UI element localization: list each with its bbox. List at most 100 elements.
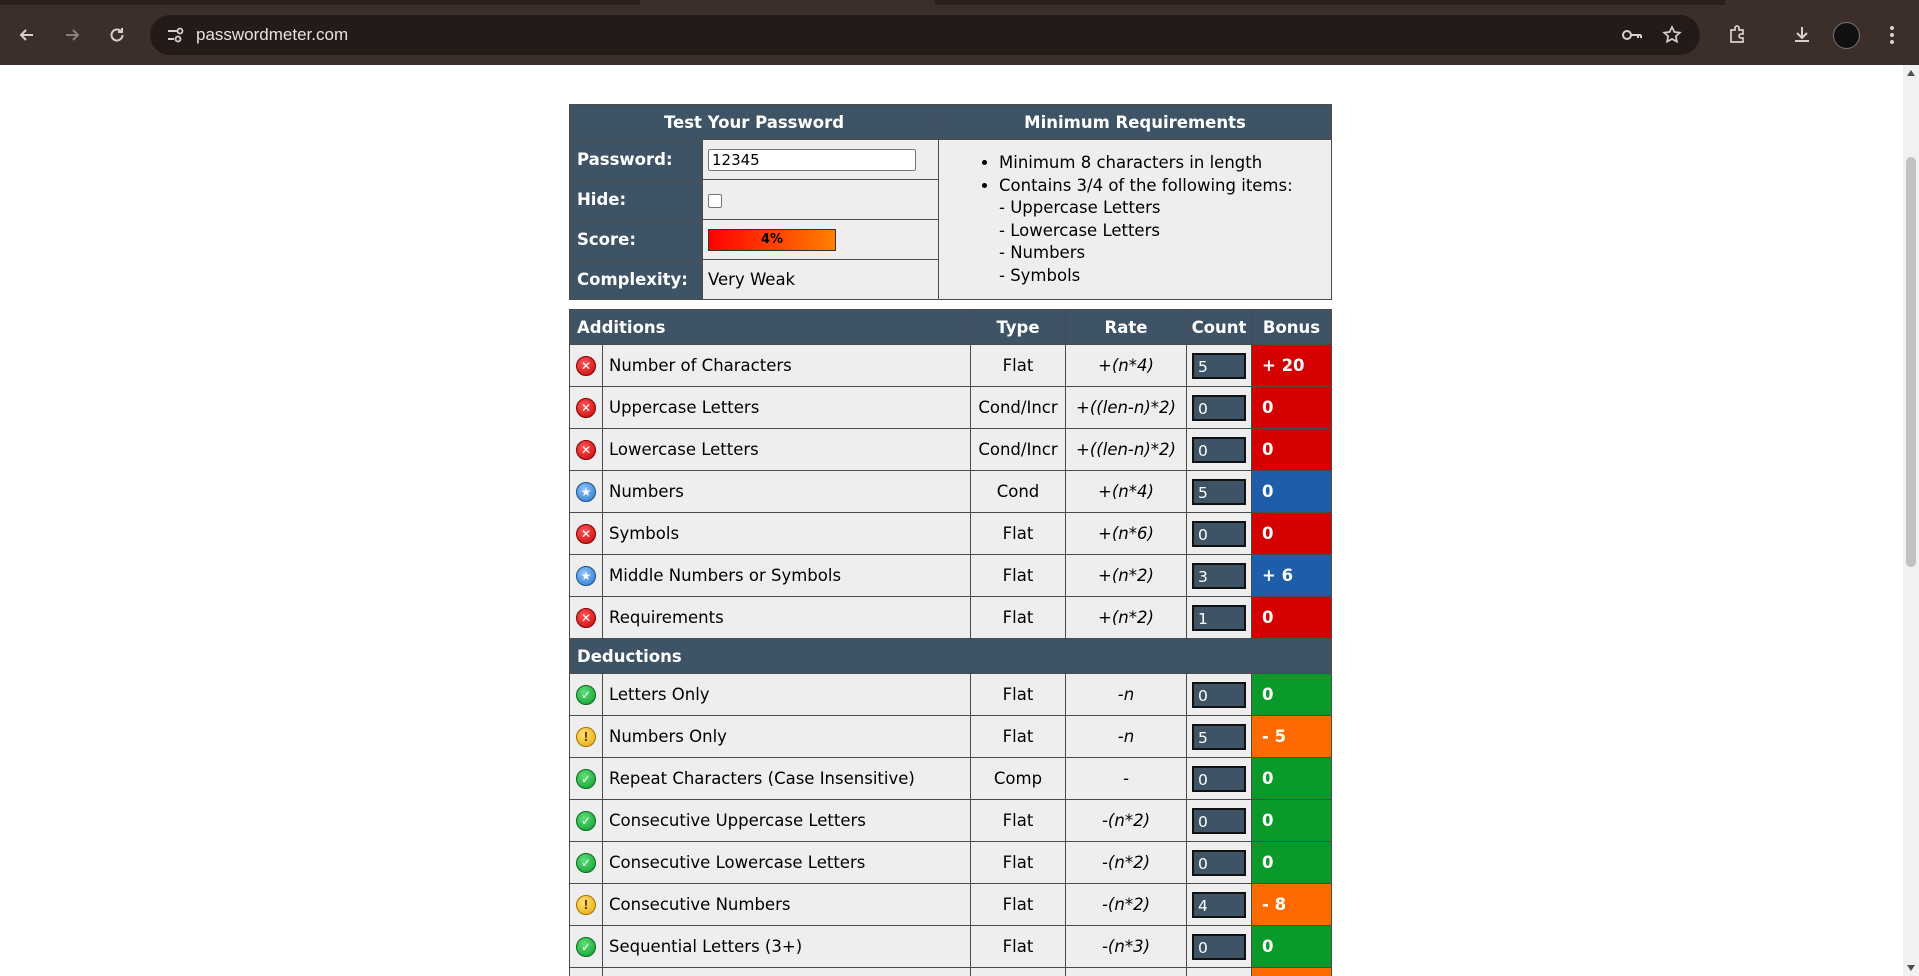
criterion-type: Cond/Incr [970,428,1066,471]
criterion-name: Consecutive Uppercase Letters [602,799,971,842]
fail-status-icon: ✕ [576,523,596,544]
reload-button[interactable] [102,20,132,50]
fail-status-icon: ✕ [576,397,596,418]
warn-status-icon: ! [576,726,596,747]
pass-status-icon: ✓ [576,684,596,705]
criterion-type: Cond [970,470,1066,513]
criterion-type: Flat [970,554,1066,597]
tab-strip-edge [935,0,1725,5]
score-label: Score: [569,219,703,260]
count-field: 0 [1192,436,1246,463]
status-cell: ✓ [569,673,603,716]
count-field: 4 [1192,891,1246,918]
criterion-rate: +(n*4) [1065,344,1187,387]
count-field: 5 [1192,478,1246,505]
criterion-type: Flat [970,673,1066,716]
bonus-value: 0 [1251,673,1332,716]
criterion-type: Flat [970,715,1066,758]
count-field: 0 [1192,807,1246,834]
back-button[interactable] [12,20,42,50]
count-field: 1 [1192,604,1246,631]
dot-icon [1890,33,1894,37]
criterion-rate: -n [1065,715,1187,758]
score-breakdown-table: Additions Type Rate Count Bonus ✕ Number … [569,309,1332,976]
site-info-icon[interactable] [164,25,186,45]
fail-status-icon: ✕ [576,355,596,376]
count-cell: 1 [1186,596,1252,639]
pass-status-icon: ✓ [576,810,596,831]
criterion-name: Consecutive Lowercase Letters [602,841,971,884]
count-cell: 0 [1186,386,1252,429]
forward-button[interactable] [57,20,87,50]
hide-checkbox[interactable] [708,193,722,208]
pass-status-icon: ✓ [576,852,596,873]
pass-status-icon: ✓ [576,768,596,789]
fail-status-icon: ✕ [576,607,596,628]
rate-header: Rate [1065,309,1187,345]
count-cell: 3 [1186,554,1252,597]
criterion-name: Repeat Characters (Case Insensitive) [602,757,971,800]
scroll-thumb[interactable] [1906,157,1916,567]
criterion-type: Flat [970,344,1066,387]
criterion-name: Numbers Only [602,715,971,758]
bonus-value: - 9 [1251,967,1332,976]
profile-avatar[interactable] [1833,22,1860,49]
bonus-value: 0 [1251,799,1332,842]
dot-icon [1890,26,1894,30]
bonus-value: 0 [1251,512,1332,555]
table-row: ✓ Sequential Letters (3+) Flat -(n*3) 0 0 [569,925,1332,968]
table-row: ✓ Consecutive Lowercase Letters Flat -(n*2)… [569,841,1332,884]
count-field: 3 [1192,562,1246,589]
requirement-subitem: - Lowercase Letters [999,220,1160,240]
criterion-rate: -(n*2) [1065,799,1187,842]
puzzle-icon [1730,25,1744,43]
criterion-rate: +(n*6) [1065,512,1187,555]
status-cell: ★ [569,554,603,597]
bonus-value: 0 [1251,925,1332,968]
criterion-rate: -n [1065,673,1187,716]
exceed-status-icon: ★ [576,481,596,502]
password-label: Password: [569,139,703,180]
minimum-requirements-header: Minimum Requirements [938,104,1332,140]
criterion-type: Flat [970,596,1066,639]
downloads-button[interactable] [1787,19,1817,49]
extensions-button[interactable] [1722,19,1752,49]
score-bar: 4% [708,228,836,251]
count-cell: 5 [1186,344,1252,387]
count-cell: 0 [1186,757,1252,800]
status-cell: ✓ [569,925,603,968]
count-cell: 3 [1186,967,1252,976]
criterion-name: Number of Characters [602,344,971,387]
password-input[interactable] [708,148,916,171]
address-bar[interactable]: passwordmeter.com [150,15,1700,55]
exceed-status-icon: ★ [576,565,596,586]
bonus-value: 0 [1251,841,1332,884]
criterion-rate: +(n*2) [1065,596,1187,639]
password-key-icon[interactable] [1620,25,1644,45]
criterion-name: Middle Numbers or Symbols [602,554,971,597]
page-scrollbar[interactable] [1903,65,1919,976]
requirement-item: Minimum 8 characters in length [999,152,1321,175]
status-cell: ! [569,715,603,758]
password-cell [702,139,939,180]
scroll-up-arrow-icon[interactable] [1907,70,1915,76]
bonus-value: 0 [1251,428,1332,471]
count-cell: 0 [1186,428,1252,471]
table-row: ✓ Repeat Characters (Case Insensitive) Com… [569,757,1332,800]
criterion-rate: +(n*2) [1065,554,1187,597]
bonus-value: 0 [1251,386,1332,429]
bookmark-star-icon[interactable] [1660,25,1684,45]
browser-menu-button[interactable] [1880,20,1904,50]
bonus-value: 0 [1251,596,1332,639]
url-text[interactable]: passwordmeter.com [196,25,348,45]
bonus-value: + 20 [1251,344,1332,387]
status-cell: ✓ [569,841,603,884]
criterion-rate: +(n*4) [1065,470,1187,513]
criterion-rate: -(n*3) [1065,925,1187,968]
count-cell: 4 [1186,883,1252,926]
criterion-name: Consecutive Numbers [602,883,971,926]
pass-status-icon: ✓ [576,936,596,957]
scroll-down-arrow-icon[interactable] [1907,965,1915,971]
criterion-rate: -(n*2) [1065,841,1187,884]
table-row: ✕ Uppercase Letters Cond/Incr +((len-n)*2) 0… [569,386,1332,429]
